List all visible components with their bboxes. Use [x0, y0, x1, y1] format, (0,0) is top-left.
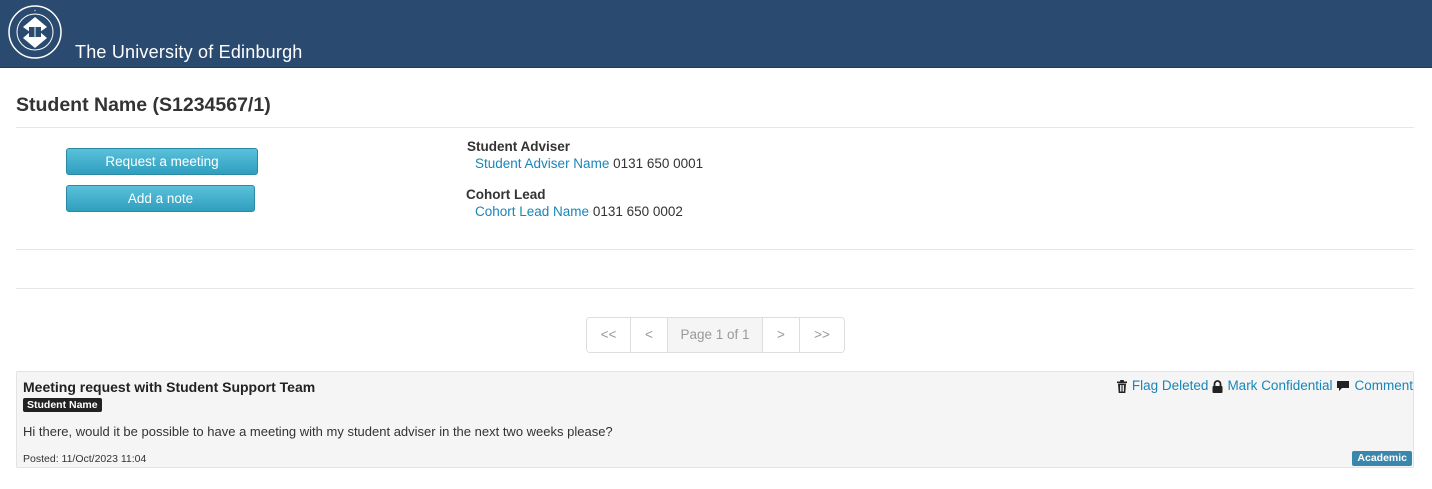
university-crest-icon — [8, 5, 62, 59]
lock-icon — [1212, 379, 1223, 393]
pagination: << < Page 1 of 1 > >> — [586, 317, 845, 353]
add-note-button[interactable]: Add a note — [66, 185, 255, 212]
pagination-first-button[interactable]: << — [587, 318, 631, 352]
university-name[interactable]: The University of Edinburgh — [75, 42, 303, 62]
comment-icon — [1337, 381, 1350, 391]
pagination-last-button[interactable]: >> — [800, 318, 844, 352]
student-adviser-heading: Student Adviser — [467, 139, 571, 154]
request-meeting-button[interactable]: Request a meeting — [66, 148, 258, 175]
student-adviser-contact: Student Adviser Name 0131 650 0001 — [475, 156, 703, 172]
trash-icon — [1116, 379, 1127, 393]
student-adviser-phone: 0131 650 0001 — [613, 156, 704, 171]
cohort-lead-contact: Cohort Lead Name 0131 650 0002 — [475, 204, 683, 220]
mark-confidential-action[interactable]: Mark Confidential — [1212, 378, 1332, 394]
page-title: Student Name (S1234567/1) — [16, 94, 271, 116]
student-adviser-link[interactable]: Student Adviser Name — [475, 156, 609, 171]
note-card: Meeting request with Student Support Tea… — [16, 371, 1414, 468]
pagination-info: Page 1 of 1 — [668, 318, 763, 352]
flag-deleted-action[interactable]: Flag Deleted — [1116, 378, 1209, 394]
comment-action[interactable]: Comment — [1336, 378, 1413, 394]
divider — [16, 127, 1414, 128]
pagination-next-button[interactable]: > — [763, 318, 800, 352]
comment-label: Comment — [1354, 378, 1413, 393]
divider — [16, 249, 1414, 250]
note-actions: Flag Deleted Mark Confidential Comment — [1116, 378, 1413, 394]
pagination-prev-button[interactable]: < — [631, 318, 668, 352]
flag-deleted-label: Flag Deleted — [1131, 378, 1209, 393]
cohort-lead-link[interactable]: Cohort Lead Name — [475, 204, 589, 219]
note-posted-date: Posted: 11/Oct/2023 11:04 — [23, 453, 147, 465]
divider — [16, 288, 1414, 289]
cohort-lead-phone: 0131 650 0002 — [592, 204, 683, 219]
note-title: Meeting request with Student Support Tea… — [23, 379, 316, 395]
author-badge: Student Name — [23, 398, 102, 412]
mark-confidential-label: Mark Confidential — [1227, 378, 1333, 393]
cohort-lead-heading: Cohort Lead — [466, 187, 546, 202]
note-body: Hi there, would it be possible to have a… — [23, 424, 613, 439]
category-badge: Academic — [1352, 451, 1412, 466]
site-header: The University of Edinburgh — [0, 0, 1432, 68]
